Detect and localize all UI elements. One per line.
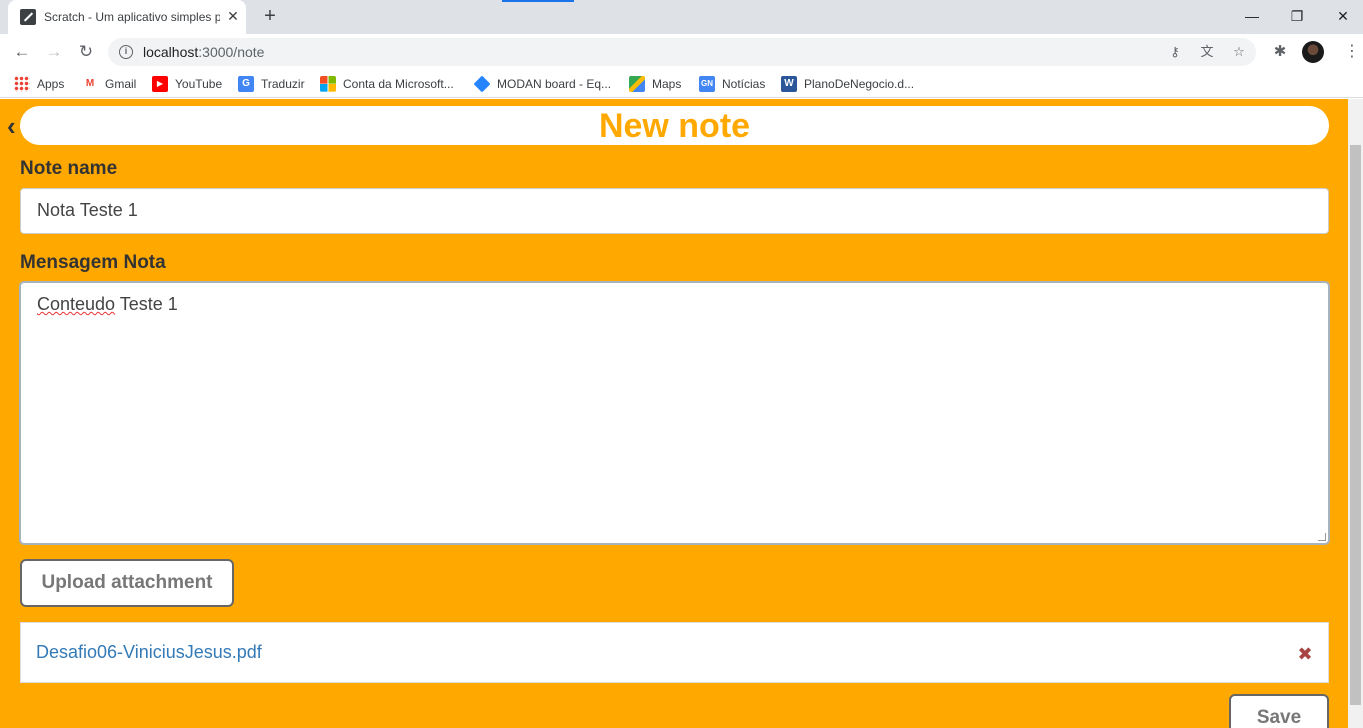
save-button[interactable]: Save: [1229, 694, 1329, 728]
gmail-icon: M: [82, 76, 98, 92]
bookmarks-bar: Apps M Gmail ▶ YouTube G Traduzir Conta da …: [0, 70, 1363, 98]
upload-attachment-button[interactable]: Upload attachment: [20, 559, 234, 607]
bookmark-noticias[interactable]: GN Notícias: [699, 76, 765, 92]
restore-button[interactable]: ❐: [1285, 5, 1309, 27]
bookmark-apps[interactable]: Apps: [14, 76, 64, 92]
message-text: Conteudo Teste 1: [37, 294, 178, 314]
info-icon[interactable]: i: [119, 45, 133, 59]
word-icon: W: [781, 76, 797, 92]
page-title: New note: [598, 107, 751, 145]
scrollbar-thumb[interactable]: [1350, 145, 1361, 705]
resize-handle-icon[interactable]: [1318, 533, 1326, 541]
key-icon[interactable]: ⚷: [1166, 43, 1184, 61]
loading-indicator: [502, 0, 574, 2]
forward-button[interactable]: →: [42, 40, 66, 64]
bookmark-traduzir[interactable]: G Traduzir: [238, 76, 305, 92]
browser-tab[interactable]: Scratch - Um aplicativo simples p ✕: [8, 0, 246, 34]
scratch-favicon-icon: [20, 9, 36, 25]
youtube-icon: ▶: [152, 76, 168, 92]
tab-title: Scratch - Um aplicativo simples p: [44, 10, 220, 24]
bookmark-youtube[interactable]: ▶ YouTube: [152, 76, 222, 92]
bookmark-maps[interactable]: Maps: [629, 76, 681, 92]
microsoft-icon: [320, 76, 336, 92]
apps-icon: [14, 76, 30, 92]
browser-menu-icon[interactable]: ⋮: [1342, 42, 1362, 62]
news-icon: GN: [699, 76, 715, 92]
page-scrollbar[interactable]: [1348, 99, 1363, 728]
message-label: Mensagem Nota: [20, 252, 166, 273]
new-tab-button[interactable]: +: [260, 6, 280, 26]
note-name-label: Note name: [20, 158, 118, 179]
reload-button[interactable]: ↻: [74, 40, 98, 64]
star-icon[interactable]: ☆: [1230, 43, 1248, 61]
message-textarea[interactable]: Conteudo Teste 1: [20, 282, 1329, 544]
browser-toolbar: ← → ↻ i localhost:3000/note ⚷ 文 ☆ ✱ ⋮: [0, 34, 1363, 70]
bookmark-modan-board[interactable]: MODAN board - Eq...: [473, 75, 611, 93]
url-text[interactable]: localhost:3000/note: [143, 44, 264, 60]
bookmark-microsoft[interactable]: Conta da Microsoft...: [320, 76, 454, 92]
page-viewport: ‹ New note Note name Nota Teste 1 Mensag…: [0, 99, 1363, 728]
tab-strip: Scratch - Um aplicativo simples p ✕ + — …: [0, 0, 1363, 34]
attachment-item: Desafio06-ViniciusJesus.pdf ✖: [20, 622, 1329, 683]
address-bar[interactable]: i localhost:3000/note ⚷ 文 ☆: [108, 38, 1256, 66]
bookmark-planodenegocio[interactable]: W PlanoDeNegocio.d...: [781, 76, 914, 92]
close-window-button[interactable]: ✕: [1331, 5, 1355, 27]
extensions-icon[interactable]: ✱: [1270, 42, 1290, 62]
bookmark-gmail[interactable]: M Gmail: [82, 76, 136, 92]
profile-avatar[interactable]: [1302, 41, 1324, 63]
note-name-input[interactable]: Nota Teste 1: [20, 188, 1329, 234]
jira-icon: [473, 75, 491, 93]
back-button[interactable]: ←: [10, 40, 34, 64]
tab-close-icon[interactable]: ✕: [225, 8, 241, 24]
remove-attachment-icon[interactable]: ✖: [1297, 645, 1313, 663]
minimize-button[interactable]: —: [1240, 5, 1264, 27]
translate-icon[interactable]: 文: [1198, 43, 1216, 61]
translate-icon: G: [238, 76, 254, 92]
attachment-link[interactable]: Desafio06-ViniciusJesus.pdf: [36, 642, 262, 663]
maps-icon: [629, 76, 645, 92]
title-bar: New note: [20, 106, 1329, 145]
